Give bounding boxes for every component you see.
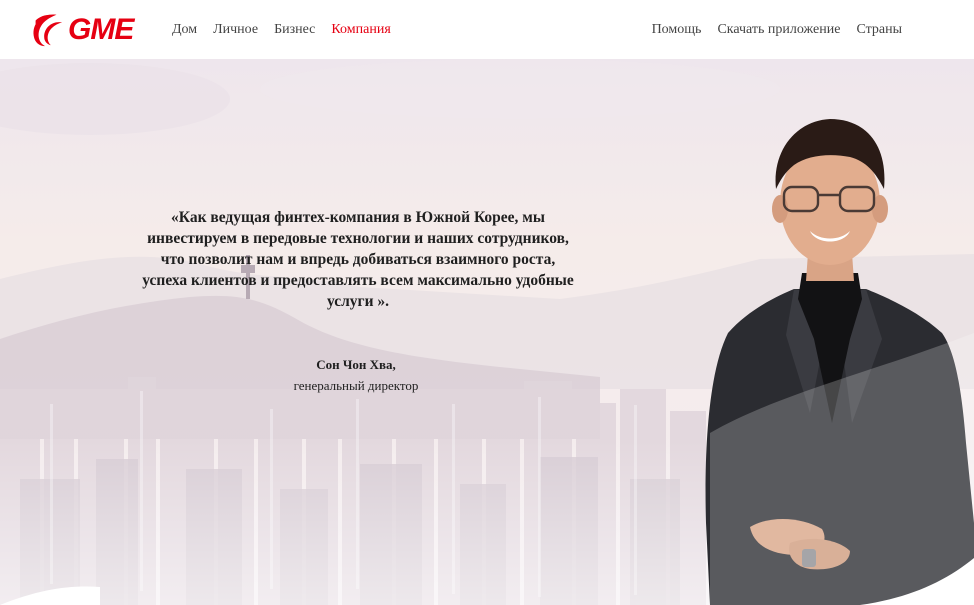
nav-link-countries[interactable]: Страны [856,22,902,38]
nav-link-help[interactable]: Помощь [652,22,702,38]
gme-swoosh-logo-icon [33,14,63,47]
nav-link-home[interactable]: Дом [172,22,197,38]
quote-line: что позволит нам и впредь добиваться вза… [160,251,556,268]
quote-line: «Как ведущая финтех-компания в Южной Кор… [171,209,545,226]
nav-link-download-app[interactable]: Скачать приложение [717,22,840,38]
site-header: GME Дом Личное Бизнес Компания Помощь Ск… [0,0,974,59]
quote-author-role: генеральный директор [293,378,419,393]
nav-link-personal[interactable]: Личное [213,22,258,38]
ceo-quote-hero: «Как ведущая финтех-компания в Южной Кор… [0,59,974,605]
logo-text: GME [68,13,134,46]
quote-author-name: Сон Чон Хва, [316,357,396,372]
ceo-quote: «Как ведущая финтех-компания в Южной Кор… [120,207,596,312]
ceo-portrait-image [705,119,974,605]
quote-line: услуги ». [326,293,390,310]
nav-link-company[interactable]: Компания [331,22,390,38]
gme-logo[interactable]: GME [28,10,146,50]
secondary-nav: Помощь Скачать приложение Страны [636,0,902,59]
quote-line: инвестируем в передовые технологии и наш… [147,230,569,247]
primary-nav: Дом Личное Бизнес Компания [172,0,407,59]
nav-link-business[interactable]: Бизнес [274,22,315,38]
quote-line: успеха клиентов и предоставлять всем мак… [142,272,574,289]
